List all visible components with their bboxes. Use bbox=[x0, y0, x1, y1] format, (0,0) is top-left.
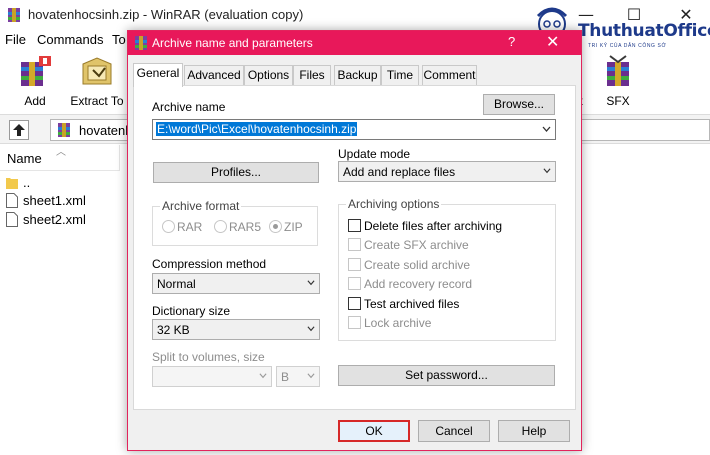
dictionary-size-select[interactable]: 32 KB bbox=[152, 319, 320, 340]
address-path-text: hovatenh bbox=[79, 123, 133, 138]
split-unit-value: B bbox=[281, 370, 290, 384]
chevron-down-icon bbox=[307, 280, 315, 286]
add-tool-button[interactable]: Add bbox=[12, 54, 58, 108]
archive-parameters-dialog: Archive name and parameters ? ✕ General … bbox=[127, 30, 582, 451]
dictionary-size-value: 32 KB bbox=[157, 323, 190, 337]
update-mode-value: Add and replace files bbox=[343, 165, 456, 179]
menu-commands[interactable]: Commands bbox=[37, 32, 103, 47]
lock-archive-checkbox[interactable]: Lock archive bbox=[348, 316, 431, 330]
help-button[interactable]: Help bbox=[498, 420, 570, 442]
extract-to-tool-button[interactable]: Extract To bbox=[66, 54, 128, 108]
add-tool-label: Add bbox=[24, 94, 46, 108]
tab-comment[interactable]: Comment bbox=[422, 65, 477, 85]
update-mode-select[interactable]: Add and replace files bbox=[338, 161, 556, 182]
archiving-options-group: Archiving options Delete files after arc… bbox=[338, 197, 556, 341]
menu-tools[interactable]: To bbox=[112, 32, 126, 47]
sfx-archive-icon bbox=[600, 54, 636, 90]
logo-tagline: TRI KỶ CỦA DÂN CÔNG SỞ bbox=[588, 43, 667, 49]
split-size-input[interactable] bbox=[152, 366, 272, 387]
archive-name-combobox[interactable]: E:\word\Pic\Excel\hovatenhocsinh.zip bbox=[152, 119, 556, 140]
ok-button[interactable]: OK bbox=[338, 420, 410, 442]
winrar-app-icon bbox=[8, 8, 20, 22]
logo-text: ThuthuatOffice bbox=[578, 21, 710, 41]
dictionary-size-label: Dictionary size bbox=[152, 304, 231, 318]
file-name: sheet1.xml bbox=[23, 193, 86, 208]
chevron-down-icon bbox=[542, 126, 551, 132]
extract-to-icon bbox=[79, 54, 115, 90]
dialog-help-icon[interactable]: ? bbox=[508, 34, 515, 49]
split-unit-select[interactable]: B bbox=[276, 366, 320, 387]
document-icon bbox=[6, 193, 18, 208]
extract-to-label: Extract To bbox=[70, 94, 124, 108]
compression-method-label: Compression method bbox=[152, 257, 267, 271]
tab-general[interactable]: General bbox=[133, 63, 183, 87]
tab-options[interactable]: Options bbox=[244, 65, 293, 85]
name-column-header[interactable]: Name ︿ bbox=[0, 145, 120, 171]
add-archive-icon bbox=[17, 54, 53, 90]
tab-files[interactable]: Files bbox=[293, 65, 331, 85]
sfx-tool-button[interactable]: SFX bbox=[600, 54, 636, 108]
chevron-down-icon bbox=[307, 373, 315, 379]
format-rar5-radio[interactable]: RAR5 bbox=[214, 220, 261, 234]
recovery-record-checkbox[interactable]: Add recovery record bbox=[348, 277, 472, 291]
chevron-down-icon bbox=[307, 326, 315, 332]
winrar-dialog-icon bbox=[135, 36, 147, 50]
menu-file[interactable]: File bbox=[5, 32, 26, 47]
main-window-title: hovatenhocsinh.zip - WinRAR (evaluation … bbox=[28, 7, 304, 22]
compression-method-select[interactable]: Normal bbox=[152, 273, 320, 294]
tab-backup[interactable]: Backup bbox=[334, 65, 381, 85]
file-name: .. bbox=[23, 175, 31, 190]
chevron-down-icon bbox=[543, 168, 551, 174]
split-volumes-label: Split to volumes, size bbox=[152, 350, 265, 364]
up-folder-button[interactable] bbox=[9, 120, 29, 140]
document-icon bbox=[6, 212, 18, 227]
dialog-title-bar: Archive name and parameters ? ✕ bbox=[128, 31, 581, 55]
test-archived-files-checkbox[interactable]: Test archived files bbox=[348, 297, 459, 311]
archive-format-label: Archive format bbox=[160, 199, 242, 213]
sort-ascending-icon: ︿ bbox=[56, 147, 66, 158]
tab-time[interactable]: Time bbox=[381, 65, 419, 85]
sfx-tool-label: SFX bbox=[606, 94, 630, 108]
up-arrow-icon bbox=[13, 124, 25, 136]
delete-files-checkbox[interactable]: Delete files after archiving bbox=[348, 219, 502, 233]
browse-button[interactable]: Browse... bbox=[483, 94, 555, 115]
archive-name-value: E:\word\Pic\Excel\hovatenhocsinh.zip bbox=[156, 122, 358, 136]
cancel-button[interactable]: Cancel bbox=[418, 420, 490, 442]
archive-name-label: Archive name bbox=[152, 100, 226, 114]
name-column-label: Name bbox=[7, 151, 42, 166]
set-password-button[interactable]: Set password... bbox=[338, 365, 555, 386]
archive-format-group: Archive format RAR RAR5 ZIP bbox=[152, 199, 318, 246]
profiles-button[interactable]: Profiles... bbox=[153, 162, 319, 183]
update-mode-label: Update mode bbox=[338, 147, 411, 161]
dialog-title: Archive name and parameters bbox=[152, 36, 313, 50]
create-sfx-checkbox[interactable]: Create SFX archive bbox=[348, 238, 469, 252]
format-zip-radio[interactable]: ZIP bbox=[269, 220, 303, 234]
folder-icon bbox=[6, 178, 18, 189]
dialog-close-button[interactable]: ✕ bbox=[546, 32, 559, 51]
file-name: sheet2.xml bbox=[23, 212, 86, 227]
tab-advanced[interactable]: Advanced bbox=[184, 65, 244, 85]
create-solid-checkbox[interactable]: Create solid archive bbox=[348, 258, 470, 272]
format-rar-radio[interactable]: RAR bbox=[162, 220, 202, 234]
archive-icon bbox=[58, 123, 70, 137]
chevron-down-icon bbox=[259, 373, 267, 379]
archiving-options-label: Archiving options bbox=[346, 197, 442, 211]
compression-method-value: Normal bbox=[157, 277, 196, 291]
